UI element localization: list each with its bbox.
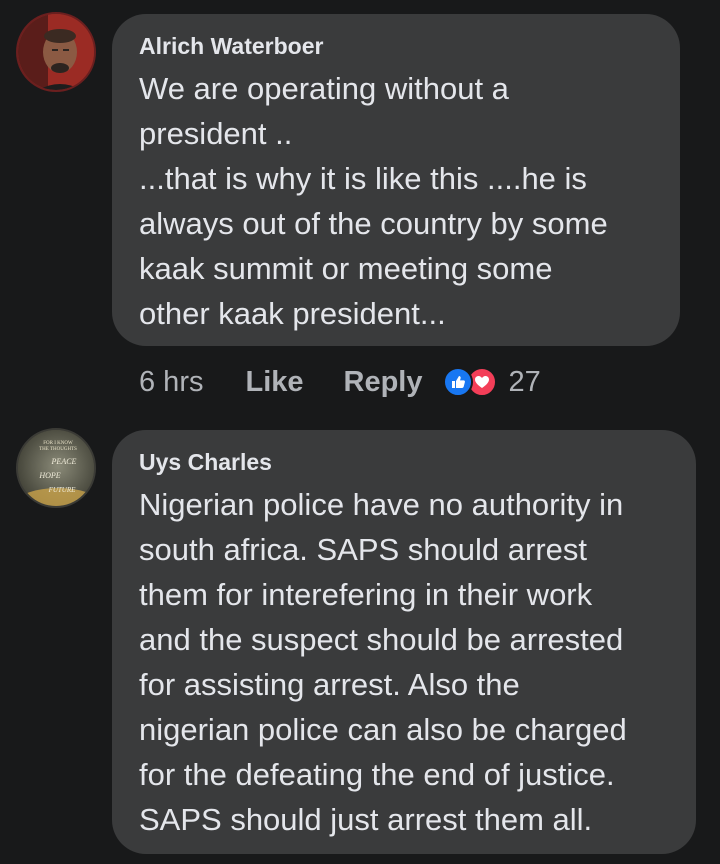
reactions-summary[interactable]	[442, 367, 497, 397]
comment-bubble: Uys Charles Nigerian police have no auth…	[112, 430, 696, 854]
avatar-text-5: FUTURE	[48, 486, 77, 494]
avatar-text-2: THE THOUGHTS	[39, 447, 77, 452]
comment-text: Nigerian police have no authority in sou…	[139, 487, 627, 837]
like-button[interactable]: Like	[245, 366, 303, 399]
comment-author[interactable]: Uys Charles	[139, 448, 674, 476]
comment-text: We are operating without a president .. …	[139, 71, 608, 331]
avatar-text-4: HOPE	[38, 471, 60, 480]
like-icon	[442, 367, 473, 397]
comment-actions: 6 hrs Like Reply 27	[139, 362, 541, 402]
avatar-text-3: PEACE	[51, 457, 77, 466]
avatar[interactable]: FOR I KNOW THE THOUGHTS PEACE HOPE FUTUR…	[16, 428, 96, 508]
reply-button[interactable]: Reply	[344, 366, 423, 399]
comment-author[interactable]: Alrich Waterboer	[139, 32, 658, 60]
profile-photo-icon	[18, 14, 94, 90]
profile-photo-icon: FOR I KNOW THE THOUGHTS PEACE HOPE FUTUR…	[18, 430, 94, 506]
reaction-count[interactable]: 27	[509, 366, 541, 399]
avatar-text-1: FOR I KNOW	[43, 441, 73, 446]
comment-bubble: Alrich Waterboer We are operating withou…	[112, 14, 680, 346]
avatar[interactable]	[16, 12, 96, 92]
comment-timestamp[interactable]: 6 hrs	[139, 366, 203, 399]
